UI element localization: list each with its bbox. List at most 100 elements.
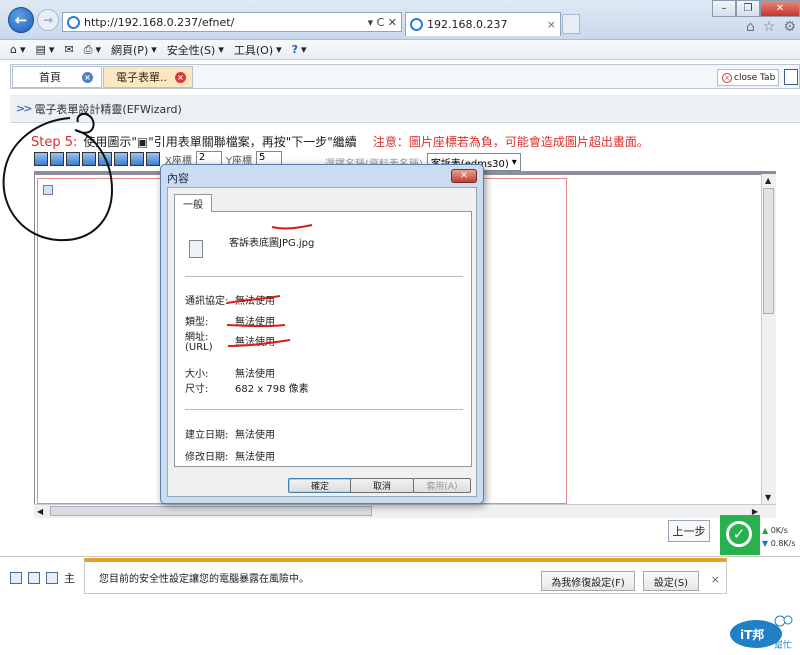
- step-instruction: Step 5: 使用圖示"▣"引用表單關聯檔案，再按"下一步"繼續 注意：圖片座…: [31, 133, 649, 150]
- cancel-button[interactable]: 取消: [350, 478, 414, 493]
- feeds-command[interactable]: ▤ ▾: [36, 43, 55, 56]
- ithome-logo: iT邦 幫忙: [730, 615, 793, 651]
- protocol-row: 通訊協定: 無法使用: [185, 296, 275, 307]
- dialog-body: 一般 客訴表底圖JPG.jpg 通訊協定: 無法使用 類型: 無法使用 網址:(…: [167, 187, 477, 497]
- designer-toolbar: [34, 152, 160, 170]
- tool-icon[interactable]: [130, 152, 144, 166]
- network-speed-widget[interactable]: ✓: [720, 515, 760, 555]
- tab-list-icon[interactable]: [784, 69, 798, 85]
- minimize-button[interactable]: –: [712, 0, 736, 17]
- tab-home[interactable]: 首頁 ×: [12, 66, 102, 88]
- new-tab-button[interactable]: [562, 14, 580, 34]
- help-icon: ?: [291, 43, 299, 56]
- speed-readout: ▲ 0K/s ▼ 0.8K/s: [762, 526, 796, 548]
- download-arrow-icon: ▼: [762, 539, 769, 548]
- tools-menu[interactable]: 工具(O) ▾: [234, 42, 282, 58]
- tool-icon[interactable]: [114, 152, 128, 166]
- ie-icon: [410, 18, 423, 31]
- logo-text: iT邦: [740, 627, 764, 642]
- close-circle-icon: ×: [722, 72, 732, 83]
- ie-icon: [67, 15, 80, 29]
- browser-right-icons: ⌂ ☆ ⚙: [746, 19, 796, 35]
- dialog-close-button[interactable]: ✕: [451, 169, 477, 183]
- doc-icon[interactable]: [46, 572, 58, 584]
- tool-icon[interactable]: [82, 152, 96, 166]
- file-name: 客訴表底圖JPG.jpg: [229, 238, 315, 249]
- tab-general[interactable]: 一般: [174, 194, 212, 212]
- url-text[interactable]: http://192.168.0.237/efnet/: [84, 16, 234, 29]
- close-icon[interactable]: ×: [82, 71, 93, 83]
- horizontal-scroll-thumb[interactable]: [50, 506, 372, 516]
- window-controls: – ❐ ✕: [712, 0, 800, 17]
- file-icon: [189, 240, 203, 258]
- divider: [185, 276, 463, 277]
- close-icon[interactable]: ×: [175, 71, 186, 83]
- address-bar[interactable]: http://192.168.0.237/efnet/ ▾ C ✕: [62, 12, 402, 32]
- scroll-left-icon[interactable]: ◀: [37, 507, 43, 516]
- mail-command[interactable]: ✉: [64, 43, 73, 56]
- list-icon[interactable]: [28, 572, 40, 584]
- tool-icon[interactable]: [66, 152, 80, 166]
- divider: [185, 409, 463, 410]
- check-icon: ✓: [726, 521, 752, 547]
- close-tab-icon[interactable]: ×: [547, 18, 556, 31]
- general-panel: 客訴表底圖JPG.jpg 通訊協定: 無法使用 類型: 無法使用 網址: (URL…: [174, 211, 472, 467]
- security-menu[interactable]: 安全性(S) ▾: [167, 42, 224, 58]
- feeds-icon: ▤: [35, 43, 46, 56]
- forward-button[interactable]: →: [37, 9, 59, 31]
- tool-icon[interactable]: [50, 152, 64, 166]
- home-icon: ⌂: [10, 43, 17, 56]
- back-button[interactable]: ←: [8, 7, 34, 33]
- close-window-button[interactable]: ✕: [760, 0, 800, 17]
- step-label: Step 5:: [31, 135, 78, 150]
- page-menu[interactable]: 網頁(P) ▾: [111, 42, 157, 58]
- print-command[interactable]: ⎙ ▾: [84, 43, 101, 57]
- arrow-left-icon: ←: [14, 11, 28, 29]
- properties-dialog: 內容 ✕ 一般 客訴表底圖JPG.jpg 通訊協定: 無法使用 類型: 無法使用…: [160, 164, 484, 504]
- address-row: 網址: (URL) 無法使用: [185, 332, 275, 353]
- mail-icon: ✉: [64, 43, 74, 56]
- step-text: 使用圖示"▣"引用表單關聯檔案，再按"下一步"繼續: [83, 135, 357, 149]
- bottom-toolbar: 主: [10, 570, 75, 586]
- tool-icon[interactable]: [146, 152, 160, 166]
- home-icon[interactable]: ⌂: [746, 19, 755, 35]
- arrow-right-icon: →: [42, 13, 54, 27]
- wizard-title: 電子表單設計精靈(EFWizard): [34, 102, 182, 116]
- help-command[interactable]: ? ▾: [292, 43, 307, 56]
- close-tab-button[interactable]: × close Tab: [717, 69, 779, 86]
- restore-button[interactable]: ❐: [736, 0, 760, 17]
- browser-tab[interactable]: 192.168.0.237 ×: [405, 12, 561, 36]
- ok-button[interactable]: 確定: [288, 478, 352, 493]
- modified-row: 修改日期: 無法使用: [185, 452, 275, 463]
- dialog-title: 內容: [167, 172, 189, 185]
- created-row: 建立日期: 無法使用: [185, 430, 275, 441]
- broken-image-icon[interactable]: [43, 185, 53, 195]
- gear-icon[interactable]: ⚙: [783, 19, 796, 35]
- settings-button[interactable]: 設定(S): [643, 571, 699, 591]
- address-actions[interactable]: ▾ C ✕: [368, 16, 401, 29]
- print-icon: ⎙: [83, 42, 93, 56]
- scroll-down-icon[interactable]: ▼: [765, 493, 771, 502]
- tool-icon[interactable]: [34, 152, 48, 166]
- type-row: 類型: 無法使用: [185, 317, 275, 328]
- tool-icon[interactable]: [98, 152, 112, 166]
- star-icon[interactable]: ☆: [763, 19, 776, 35]
- tab-eform[interactable]: 電子表單.. ×: [103, 66, 193, 88]
- previous-step-button[interactable]: 上一步: [668, 520, 710, 542]
- dimensions-row: 尺寸: 682 x 798 像素: [185, 384, 309, 395]
- close-icon[interactable]: ×: [711, 573, 720, 586]
- security-message: 您目前的安全性設定讓您的電腦暴露在風險中。: [99, 574, 309, 585]
- chevron-down-icon: ▾: [511, 156, 517, 168]
- wizard-header: >> 電子表單設計精靈(EFWizard): [10, 95, 800, 123]
- vertical-scroll-thumb[interactable]: [763, 188, 774, 314]
- security-notification-bar: 您目前的安全性設定讓您的電腦暴露在風險中。 為我修復設定(F) 設定(S) ×: [84, 558, 727, 594]
- logo-subtext: 幫忙: [774, 639, 792, 651]
- user-icon[interactable]: [10, 572, 22, 584]
- home-command[interactable]: ⌂ ▾: [10, 43, 26, 56]
- apply-button[interactable]: 套用(A): [413, 478, 471, 493]
- scroll-up-icon[interactable]: ▲: [765, 176, 771, 185]
- browser-tab-title: 192.168.0.237: [427, 18, 508, 31]
- step-note: 注意：圖片座標若為負，可能會造成圖片超出畫面。: [372, 135, 649, 149]
- command-bar: ⌂ ▾ ▤ ▾ ✉ ⎙ ▾ 網頁(P) ▾ 安全性(S) ▾ 工具(O) ▾ ? ▾: [0, 40, 800, 60]
- fix-settings-button[interactable]: 為我修復設定(F): [541, 571, 635, 591]
